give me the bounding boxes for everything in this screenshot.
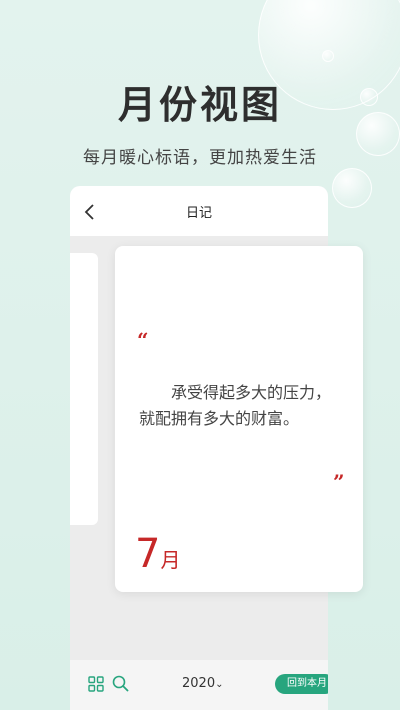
decorative-bubble [332,168,372,208]
year-value: 2020 [182,676,216,691]
month-quote-card[interactable]: “ 承受得起多大的压力，就配拥有多大的财富。 ” 7月 [115,246,363,592]
close-quote-mark: ” [333,470,345,494]
quote-text: 承受得起多大的压力，就配拥有多大的财富。 [139,383,332,428]
chevron-down-icon: ⌄ [215,679,224,690]
hero-title: 月份视图 [117,83,282,127]
search-icon[interactable] [112,675,129,692]
bottom-bar: 2020⌄ 回到本月 [70,660,328,710]
hero-subtitle: 每月暖心标语，更加热爱生活 [83,148,317,168]
year-selector[interactable]: 2020⌄ [182,676,223,691]
page-title: 日记 [185,206,212,221]
month-label: 7月 [135,532,180,576]
top-bar: 日记 [70,186,328,236]
return-to-current-month-button[interactable]: 回到本月 [275,674,328,694]
month-unit: 月 [160,548,181,572]
previous-month-card[interactable]: 1 ” [70,253,98,525]
grid-icon[interactable] [88,676,104,692]
open-quote-mark: “ [137,328,149,352]
month-number: 7 [135,531,161,577]
decorative-bubble [322,50,334,62]
